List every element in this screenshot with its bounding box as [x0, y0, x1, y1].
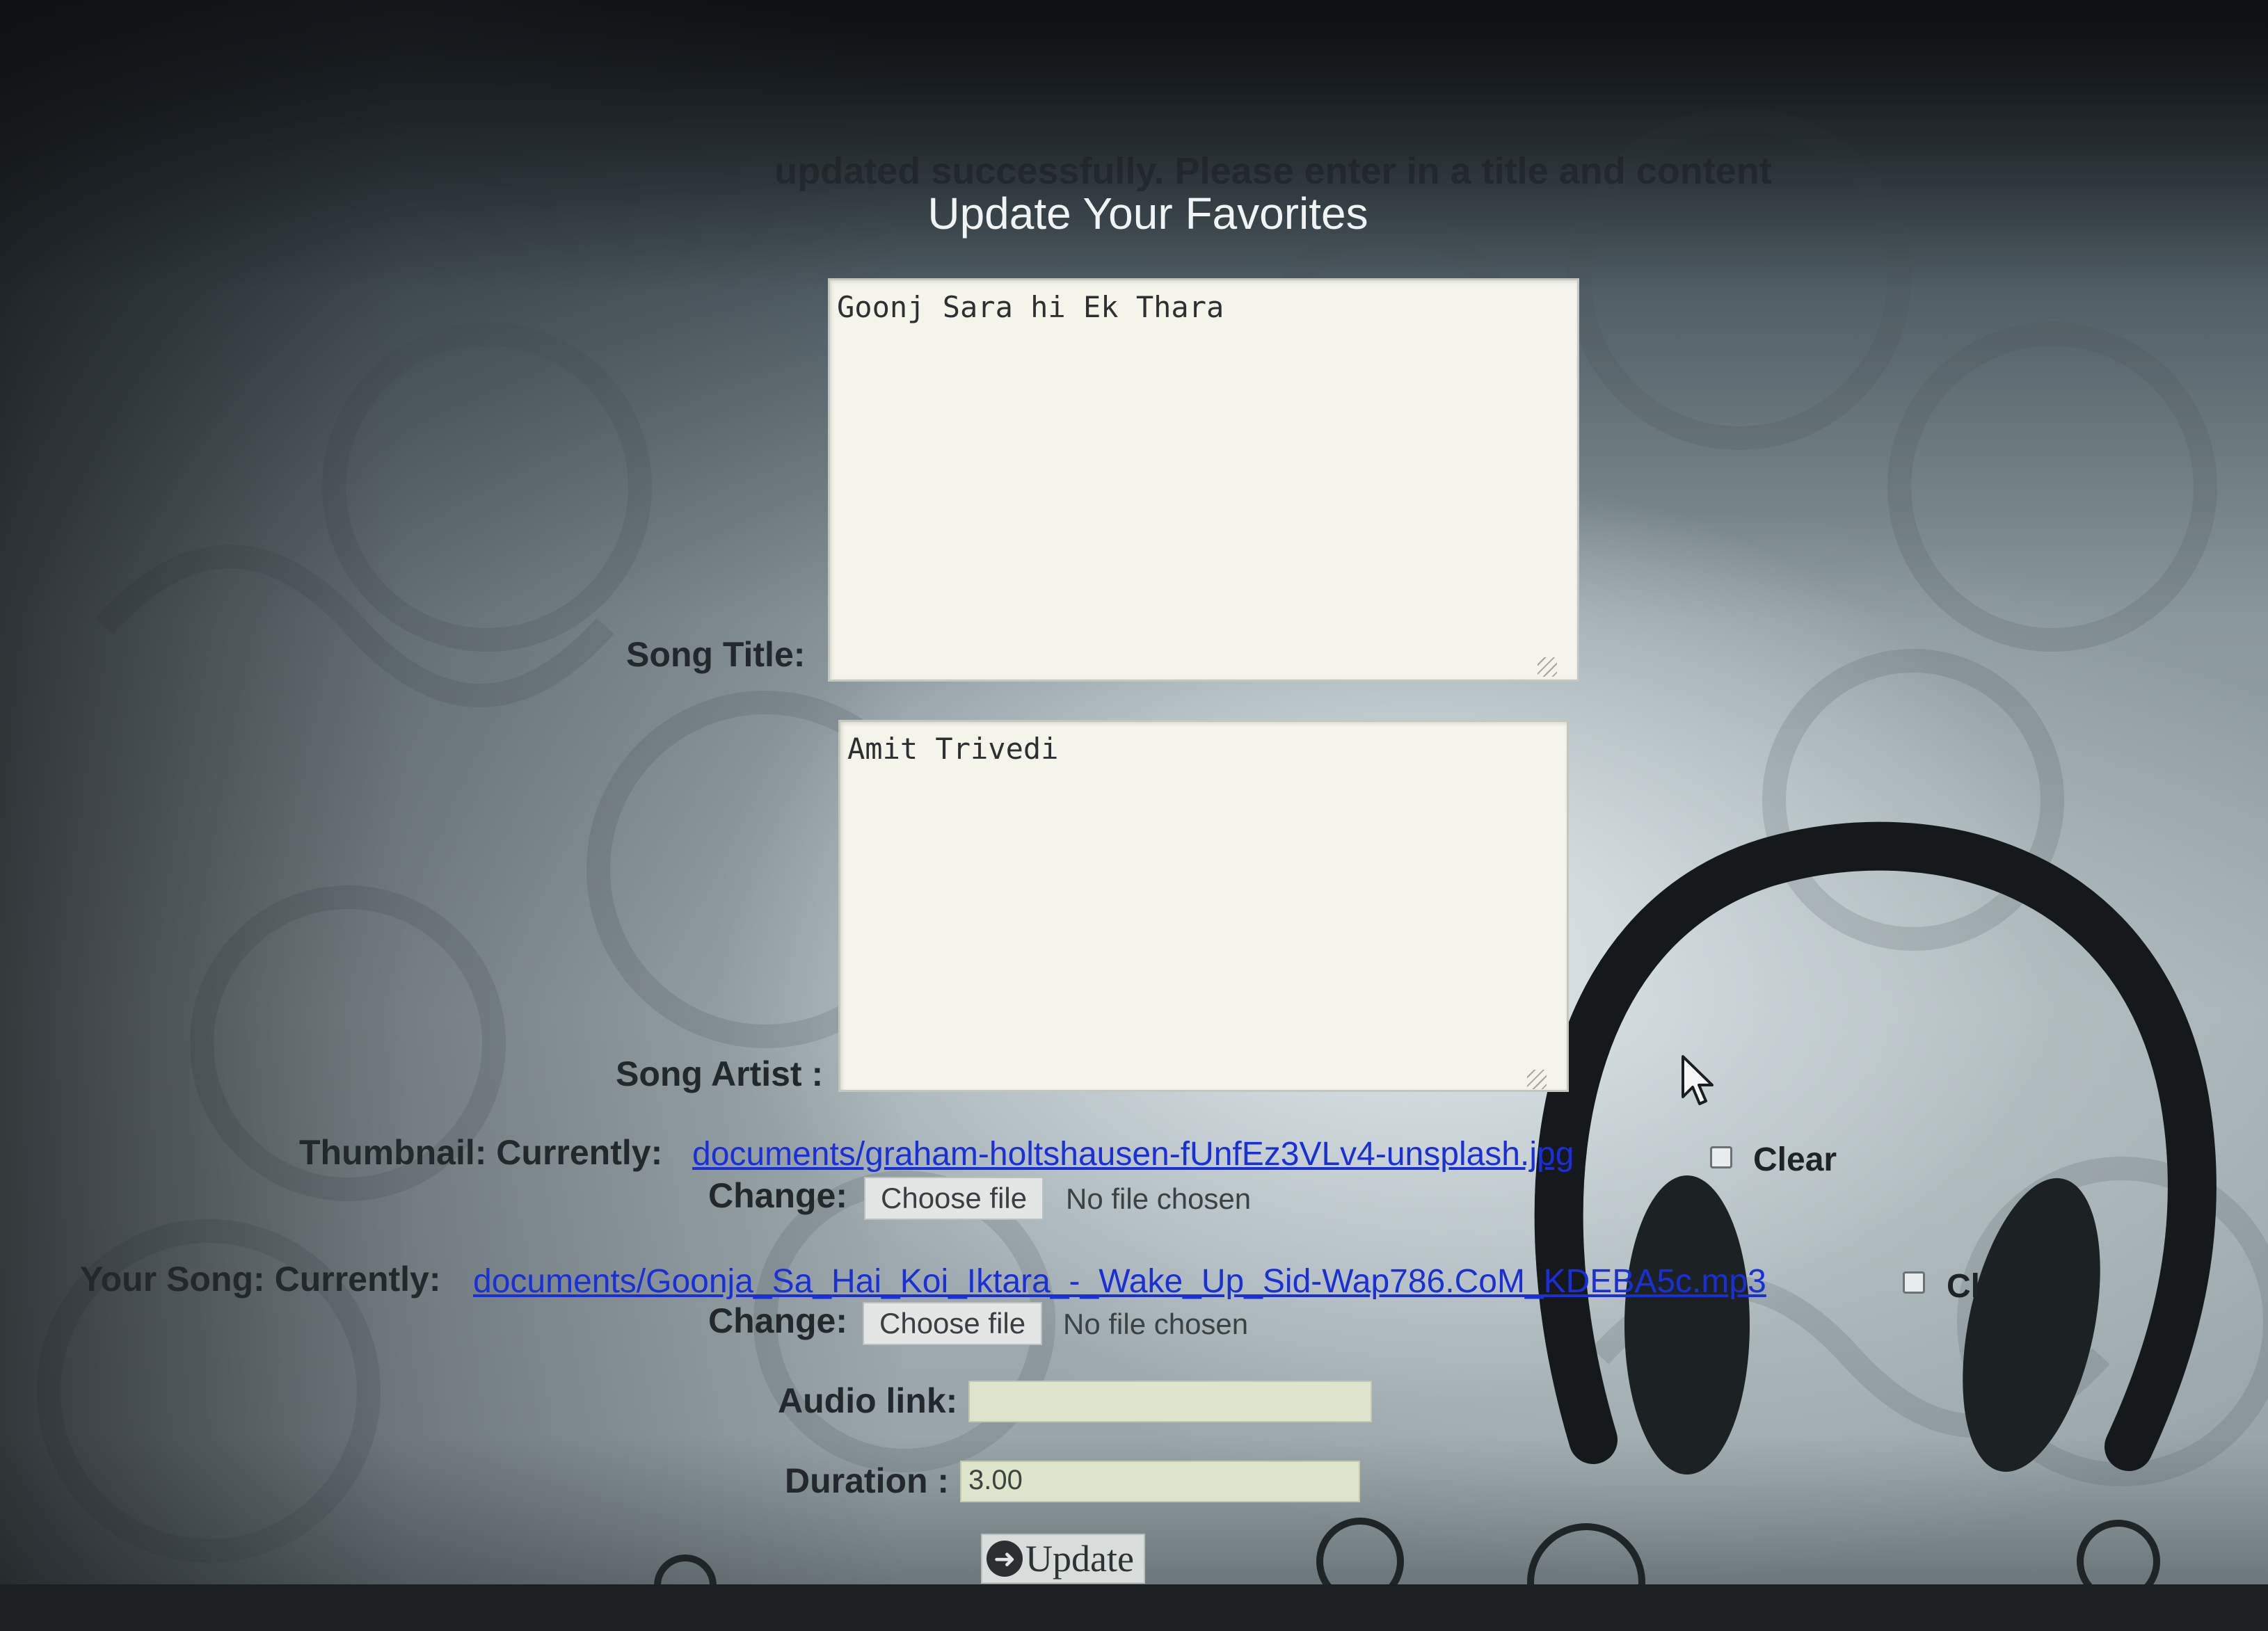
duration-label: Duration :: [785, 1461, 950, 1500]
song-file-status: No file chosen: [1063, 1308, 1249, 1340]
circle-arrow-right-icon: ➜: [987, 1541, 1023, 1577]
song-clear-label: Cl: [1947, 1268, 1980, 1305]
song-clear-checkbox[interactable]: [1903, 1271, 1925, 1294]
song-change-label: Change:: [708, 1301, 847, 1340]
song-title-label: Song Title:: [626, 635, 806, 674]
mouse-cursor-icon: [1682, 1055, 1714, 1105]
thumbnail-clear-label: Clear: [1753, 1141, 1837, 1178]
thumbnail-clear-checkbox[interactable]: [1710, 1146, 1732, 1168]
song-current-file-link[interactable]: documents/Goonja_Sa_Hai_Koi_Iktara_-_Wak…: [473, 1262, 1766, 1301]
update-button-label: Update: [1025, 1538, 1134, 1580]
song-title-textarea[interactable]: Goonj Sara hi Ek Thara: [828, 278, 1579, 682]
song-artist-label: Song Artist :: [616, 1054, 824, 1093]
screen: updated successfully. Please enter in a …: [0, 0, 2268, 1631]
update-button[interactable]: ➜ Update: [981, 1534, 1145, 1584]
thumbnail-change-label: Change:: [708, 1176, 847, 1215]
song-title-resize-handle[interactable]: [1538, 657, 1557, 677]
audio-link-input[interactable]: [968, 1381, 1372, 1422]
thumbnail-choose-file-button[interactable]: Choose file: [864, 1177, 1044, 1220]
song-file-label: Your Song: Currently:: [80, 1260, 441, 1299]
song-artist-textarea[interactable]: Amit Trivedi: [838, 720, 1569, 1092]
thumbnail-label: Thumbnail: Currently:: [299, 1133, 663, 1172]
thumbnail-current-file-link[interactable]: documents/graham-holtshausen-fUnfEz3VLv4…: [692, 1135, 1574, 1173]
page-title: Update Your Favorites: [927, 188, 1368, 239]
duration-input[interactable]: 3.00: [960, 1461, 1360, 1502]
monitor-bezel: [0, 1584, 2268, 1631]
thumbnail-file-status: No file chosen: [1066, 1182, 1252, 1215]
song-artist-resize-handle[interactable]: [1527, 1070, 1547, 1089]
audio-link-label: Audio link:: [778, 1381, 958, 1420]
status-notice: updated successfully. Please enter in a …: [774, 150, 1772, 192]
song-choose-file-button[interactable]: Choose file: [863, 1302, 1043, 1345]
